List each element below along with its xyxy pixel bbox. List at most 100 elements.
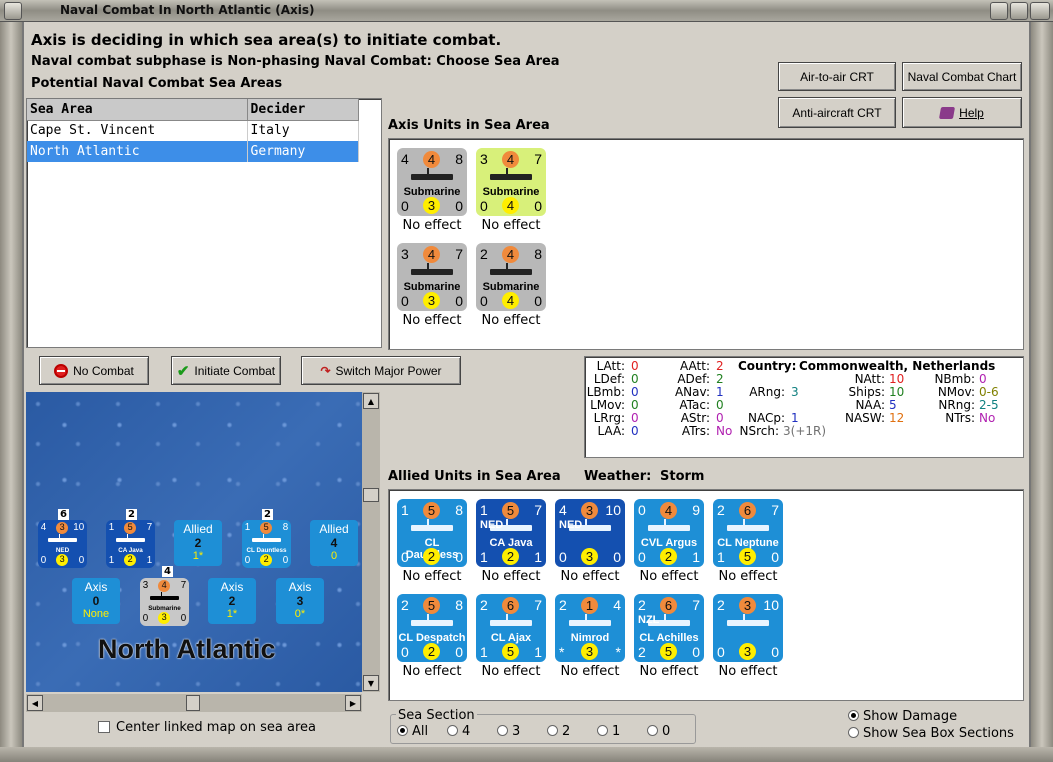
sea-section-radio[interactable] [447, 725, 458, 736]
ship-silhouette-icon [149, 596, 180, 601]
close-button[interactable] [1030, 2, 1050, 20]
scroll-left-arrow-icon[interactable]: ◀ [27, 695, 43, 711]
help-button[interactable]: Help [902, 97, 1022, 128]
unit-counter[interactable]: 3 4 7 Submarine 0 3 0 [140, 578, 189, 626]
show-boxes-radio[interactable] [848, 727, 859, 738]
air-to-air-crt-button[interactable]: Air-to-air CRT [778, 62, 896, 91]
show-damage-option[interactable]: Show Damage [848, 709, 957, 724]
decider-cell: Italy [247, 120, 359, 141]
sea-section-option[interactable]: 2 [547, 724, 570, 739]
scroll-down-arrow-icon[interactable]: ▼ [363, 675, 379, 691]
counter-attack-value: 1 [401, 502, 409, 518]
sea-section-option[interactable]: 0 [647, 724, 670, 739]
unit-counter[interactable]: 3 4 7 Submarine 0 4 0 [476, 148, 546, 216]
unit-counter[interactable]: 158CL Dauntless020 [397, 499, 467, 567]
center-map-option[interactable]: Center linked map on sea area [98, 720, 316, 735]
counter-extra-value: 0 [455, 198, 463, 214]
unit-counter[interactable]: 2 5 8 CL Despatch 0 2 0 [397, 594, 467, 662]
sea-box-summary[interactable]: Axis 3 0* [276, 578, 324, 624]
counter-factor-circle: 5 [423, 597, 440, 614]
counter-attack-value: 2 [717, 597, 725, 613]
ship-mast-icon [664, 519, 666, 526]
counter-extra-value: 0 [771, 549, 779, 565]
unit-status-text: No effect [718, 569, 778, 584]
counter-movement-value: 10 [763, 597, 779, 613]
counter-defense-value: 1 [717, 549, 725, 565]
stat-value: 0-6 [979, 385, 999, 399]
sea-section-option[interactable]: 4 [447, 724, 470, 739]
sea-box-summary[interactable]: Axis 2 1* [208, 578, 256, 624]
switch-major-power-button[interactable]: ↷ Switch Major Power [301, 356, 461, 385]
sea-section-radio[interactable] [647, 725, 658, 736]
sea-section-option[interactable]: All [397, 724, 428, 739]
unit-counter[interactable]: 158CL Dauntless020 [242, 520, 291, 568]
map-vertical-scrollbar[interactable]: ▲ ▼ [362, 392, 380, 692]
counter-attack-value: 4 [40, 522, 47, 534]
scroll-right-arrow-icon[interactable]: ▶ [345, 695, 361, 711]
sea-box-summary[interactable]: Allied 2 1* [174, 520, 222, 566]
no-combat-button[interactable]: No Combat [39, 356, 149, 385]
title-bar[interactable]: Naval Combat In North Atlantic (Axis) [0, 0, 1053, 22]
decider-header[interactable]: Decider [247, 99, 359, 121]
sea-area-map[interactable]: 4 3 10 NED 0 3 0 1 5 7 CA Java 1 2 1 1 5 8 CL Dauntless 0 2… [26, 392, 362, 692]
unit-counter[interactable]: 4 4 8 Submarine 0 3 0 [397, 148, 467, 216]
sea-box-summary[interactable]: Allied 4 0 [310, 520, 358, 566]
table-row[interactable]: North Atlantic Germany [27, 141, 359, 162]
nationality-flag: NED [559, 519, 583, 531]
stat-value: 0 [716, 398, 724, 412]
allied-units-panel: 158CL Dauntless020 No effect 157CA Java121… [388, 489, 1024, 701]
maximize-button[interactable] [1010, 2, 1028, 20]
ship-silhouette-icon [47, 538, 78, 543]
counter-defense-value: * [559, 644, 565, 660]
unit-counter[interactable]: 2 4 8 Submarine 0 4 0 [476, 243, 546, 311]
right-frame [1031, 22, 1053, 762]
subphase-text: Naval combat subphase is Non-phasing Nav… [31, 54, 560, 69]
counter-extra-value: 0 [455, 644, 463, 660]
counter-attack-value: 2 [401, 597, 409, 613]
sea-section-radio[interactable] [597, 725, 608, 736]
sea-area-header[interactable]: Sea Area [27, 99, 248, 121]
sea-box-summary[interactable]: Axis 0 None [72, 578, 120, 624]
ship-mast-icon [743, 519, 745, 526]
sea-section-option-label: 1 [612, 724, 621, 739]
stat-value: 0 [631, 372, 639, 386]
counter-movement-value: 7 [771, 502, 779, 518]
unit-counter[interactable]: 4 3 10 0 3 0 NED [555, 499, 625, 567]
unit-counter[interactable]: 2 6 7 CL Ajax 1 5 1 [476, 594, 546, 662]
sea-section-option[interactable]: 3 [497, 724, 520, 739]
stat-value: 2 [716, 359, 724, 373]
system-menu-button[interactable] [4, 2, 22, 20]
unit-counter[interactable]: 4 3 10 NED 0 3 0 [38, 520, 87, 568]
stat-label: NTrs: [945, 411, 975, 425]
unit-counter[interactable]: 1 5 7 CA Java 1 2 1 NED [476, 499, 546, 567]
scroll-up-arrow-icon[interactable]: ▲ [363, 393, 379, 409]
sea-section-radio[interactable] [547, 725, 558, 736]
counter-range-circle: 2 [260, 554, 273, 567]
unit-counter[interactable]: 2 6 7 CL Neptune 1 5 0 [713, 499, 783, 567]
h-scroll-thumb[interactable] [186, 695, 200, 711]
naval-combat-chart-button[interactable]: Naval Combat Chart [902, 62, 1022, 91]
counter-defense-value: 0 [401, 293, 409, 309]
scroll-thumb[interactable] [363, 488, 379, 502]
unit-counter[interactable]: 2 3 10 0 3 0 [713, 594, 783, 662]
map-horizontal-scrollbar[interactable]: ◀ ▶ [26, 694, 362, 712]
show-boxes-option[interactable]: Show Sea Box Sections [848, 726, 1014, 741]
ship-silhouette-icon [115, 538, 146, 543]
unit-counter[interactable]: 3 4 7 Submarine 0 3 0 [397, 243, 467, 311]
counter-attack-value: 3 [142, 580, 149, 592]
sea-section-radio[interactable] [397, 725, 408, 736]
unit-counter[interactable]: 2 1 4 Nimrod * 3 * [555, 594, 625, 662]
sea-section-option[interactable]: 1 [597, 724, 620, 739]
sea-section-radio[interactable] [497, 725, 508, 736]
unit-counter[interactable]: 0 4 9 CVL Argus 0 2 1 [634, 499, 704, 567]
minimize-button[interactable] [990, 2, 1008, 20]
unit-counter[interactable]: 1 5 7 CA Java 1 2 1 [106, 520, 155, 568]
anti-aircraft-crt-button[interactable]: Anti-aircraft CRT [778, 97, 896, 128]
show-damage-radio[interactable] [848, 710, 859, 721]
counter-factor-circle: 4 [423, 151, 440, 168]
table-row[interactable]: Cape St. Vincent Italy [27, 120, 359, 141]
unit-counter[interactable]: 2 6 7 CL Achilles 2 5 0 NZL [634, 594, 704, 662]
counter-name: CA Java [118, 546, 143, 554]
initiate-combat-button[interactable]: ✔ Initiate Combat [171, 356, 281, 385]
center-map-checkbox[interactable] [98, 721, 110, 733]
